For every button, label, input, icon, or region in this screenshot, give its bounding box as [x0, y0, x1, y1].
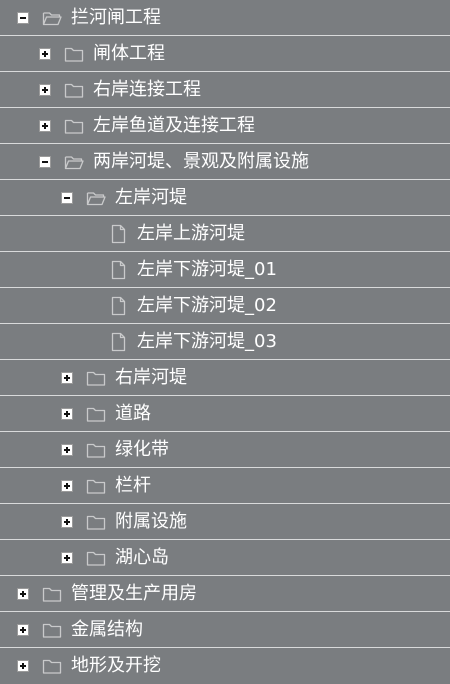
toggle-spacer — [83, 228, 95, 240]
folder-icon — [41, 583, 63, 605]
folder-icon — [63, 43, 85, 65]
collapse-minus-icon[interactable] — [61, 191, 73, 204]
tree-file-row[interactable]: 左岸上游河堤 — [0, 216, 450, 252]
tree-node-label[interactable]: 拦河闸工程 — [71, 0, 161, 36]
folder-icon — [85, 367, 107, 389]
expand-plus-icon[interactable] — [61, 443, 73, 456]
tree-node-label[interactable]: 湖心岛 — [115, 540, 169, 576]
collapse-minus-icon[interactable] — [17, 11, 29, 24]
expand-plus-icon[interactable] — [61, 479, 73, 492]
tree-folder-row[interactable]: 湖心岛 — [0, 540, 450, 576]
tree-folder-row[interactable]: 地形及开挖 — [0, 648, 450, 684]
folder-icon — [85, 547, 107, 569]
tree-node-label[interactable]: 道路 — [115, 396, 151, 432]
tree-folder-row[interactable]: 附属设施 — [0, 504, 450, 540]
tree-folder-row[interactable]: 左岸河堤 — [0, 180, 450, 216]
toggle-spacer — [83, 336, 95, 348]
tree-node-label[interactable]: 栏杆 — [115, 468, 151, 504]
folder-icon — [85, 511, 107, 533]
folder-icon — [85, 403, 107, 425]
expand-plus-icon[interactable] — [17, 623, 29, 636]
tree-node-label[interactable]: 左岸下游河堤_03 — [137, 324, 277, 360]
tree-file-row[interactable]: 左岸下游河堤_02 — [0, 288, 450, 324]
expand-plus-icon[interactable] — [61, 407, 73, 420]
tree-node-label[interactable]: 左岸上游河堤 — [137, 216, 245, 252]
folder-icon — [63, 115, 85, 137]
tree-folder-row[interactable]: 金属结构 — [0, 612, 450, 648]
expand-plus-icon[interactable] — [17, 660, 29, 672]
tree-node-label[interactable]: 右岸连接工程 — [93, 72, 201, 108]
expand-plus-icon[interactable] — [61, 371, 73, 384]
tree-node-label[interactable]: 管理及生产用房 — [71, 576, 197, 612]
folder-icon — [41, 619, 63, 641]
tree-folder-row[interactable]: 绿化带 — [0, 432, 450, 468]
tree-node-label[interactable]: 左岸河堤 — [115, 180, 187, 216]
tree-node-label[interactable]: 绿化带 — [115, 432, 169, 468]
folder-icon — [85, 475, 107, 497]
tree-node-label[interactable]: 两岸河堤、景观及附属设施 — [93, 144, 309, 180]
file-icon — [107, 295, 129, 317]
tree-node-label[interactable]: 左岸下游河堤_01 — [137, 252, 277, 288]
toggle-spacer — [83, 300, 95, 312]
tree-node-label[interactable]: 附属设施 — [115, 504, 187, 540]
expand-plus-icon[interactable] — [17, 587, 29, 600]
expand-plus-icon[interactable] — [61, 515, 73, 528]
file-icon — [107, 331, 129, 353]
tree-folder-row[interactable]: 闸体工程 — [0, 36, 450, 72]
tree-folder-row[interactable]: 栏杆 — [0, 468, 450, 504]
tree-folder-row[interactable]: 右岸河堤 — [0, 360, 450, 396]
file-icon — [107, 259, 129, 281]
tree-node-label[interactable]: 地形及开挖 — [71, 648, 161, 684]
tree-file-row[interactable]: 左岸下游河堤_03 — [0, 324, 450, 360]
folder-icon — [63, 79, 85, 101]
folder-open-icon — [85, 187, 107, 209]
tree-folder-row[interactable]: 拦河闸工程 — [0, 0, 450, 36]
tree-node-label[interactable]: 右岸河堤 — [115, 360, 187, 396]
folder-open-icon — [41, 7, 63, 29]
toggle-spacer — [83, 264, 95, 276]
folder-icon — [41, 655, 63, 677]
tree-node-label[interactable]: 闸体工程 — [93, 36, 165, 72]
folder-open-icon — [63, 151, 85, 173]
tree-node-label[interactable]: 左岸鱼道及连接工程 — [93, 108, 255, 144]
tree-folder-row[interactable]: 左岸鱼道及连接工程 — [0, 108, 450, 144]
file-icon — [107, 223, 129, 245]
tree-folder-row[interactable]: 两岸河堤、景观及附属设施 — [0, 144, 450, 180]
tree-folder-row[interactable]: 右岸连接工程 — [0, 72, 450, 108]
expand-plus-icon[interactable] — [39, 47, 51, 60]
project-tree: 拦河闸工程 闸体工程 右岸连接工程 左岸鱼道及连接工程 两岸河堤、景观及附属设施 左岸河堤… — [0, 0, 450, 684]
tree-folder-row[interactable]: 管理及生产用房 — [0, 576, 450, 612]
collapse-minus-icon[interactable] — [39, 155, 51, 168]
expand-plus-icon[interactable] — [39, 119, 51, 132]
tree-folder-row[interactable]: 道路 — [0, 396, 450, 432]
tree-node-label[interactable]: 左岸下游河堤_02 — [137, 288, 277, 324]
tree-file-row[interactable]: 左岸下游河堤_01 — [0, 252, 450, 288]
tree-node-label[interactable]: 金属结构 — [71, 612, 143, 648]
expand-plus-icon[interactable] — [61, 551, 73, 564]
expand-plus-icon[interactable] — [39, 83, 51, 96]
folder-icon — [85, 439, 107, 461]
